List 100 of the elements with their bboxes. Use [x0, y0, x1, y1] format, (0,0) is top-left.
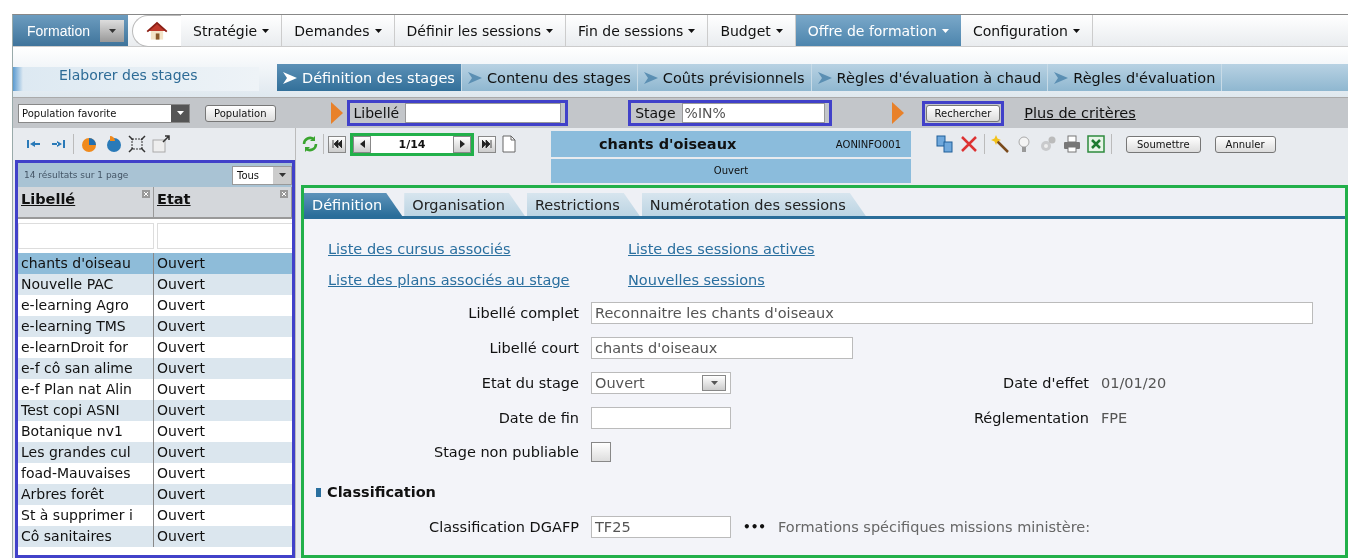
link[interactable]: Liste des sessions actives [628, 241, 815, 257]
menu-item[interactable]: Configuration [960, 15, 1093, 46]
caret-icon [108, 28, 116, 33]
menu-item[interactable]: Fin de sessions [566, 15, 709, 46]
field-label: Date de fin [497, 410, 579, 426]
list-row[interactable]: Nouvelle PAC Ouvert [18, 274, 292, 295]
list-row[interactable]: e-f cô san alime Ouvert [18, 358, 292, 379]
step-tab[interactable]: Coûts prévisionnels [637, 64, 812, 91]
field-description: Formations spécifiques missions ministère: [778, 519, 1091, 535]
table-cell: Nouvelle PAC [18, 274, 154, 295]
print-icon[interactable] [1063, 135, 1081, 153]
tab[interactable]: Organisation [404, 193, 525, 216]
expand-icon[interactable] [128, 135, 146, 153]
spreadsheet-icon[interactable] [1087, 135, 1105, 153]
list-row[interactable]: chants d'oiseau Ouvert [18, 253, 292, 274]
caret-icon [1072, 28, 1080, 33]
table-cell: Test copi ASNI [18, 400, 154, 421]
close-icon[interactable] [142, 190, 150, 198]
caret-icon [278, 173, 286, 177]
column-header[interactable]: Libellé [21, 191, 76, 207]
link[interactable]: Liste des plans associés au stage [328, 272, 570, 288]
caret-icon [710, 381, 718, 385]
last-page-button[interactable] [478, 135, 496, 153]
refresh-icon[interactable] [301, 135, 319, 153]
table-cell: Arbres forêt [18, 484, 154, 505]
list-row[interactable]: Test copi ASNI Ouvert [18, 400, 292, 421]
table-cell: Les grandes cul [18, 442, 154, 463]
browse-button[interactable]: ••• [743, 520, 766, 534]
input-field[interactable]: Reconnaitre les chants d'oiseaux [591, 302, 1313, 324]
checkbox[interactable] [591, 442, 611, 462]
skip-first-icon [332, 140, 342, 148]
next-button[interactable] [453, 135, 471, 153]
caret-icon [546, 28, 554, 33]
tab[interactable]: Définition [304, 193, 403, 216]
population-select[interactable]: Population favorite [18, 103, 190, 123]
arrow-icon [817, 71, 832, 84]
more-criteria-link[interactable]: Plus de critères [1024, 105, 1136, 121]
close-icon[interactable] [280, 190, 288, 198]
table-cell: e-learning TMS [18, 316, 154, 337]
window-icon[interactable] [152, 135, 170, 153]
table-cell: Cô sanitaires [18, 526, 154, 547]
table-cell-text: Ouvert [156, 485, 207, 504]
filter-field[interactable] [18, 223, 154, 249]
step-tab[interactable]: Règles d'évaluation à chaud [811, 64, 1049, 91]
field-label: Stage non publiable [432, 444, 579, 460]
step-tab[interactable]: Définition des stages [277, 64, 462, 91]
action-button[interactable]: Annuler [1214, 135, 1276, 153]
column-header[interactable]: Etat [157, 191, 191, 207]
select-field[interactable]: Ouvert [591, 372, 731, 394]
light-bulb-icon[interactable] [1015, 135, 1033, 153]
list-row[interactable]: e-learning TMS Ouvert [18, 316, 292, 337]
list-row[interactable]: Arbres forêt Ouvert [18, 484, 292, 505]
expand-marker-icon[interactable] [316, 487, 321, 497]
search-button[interactable]: Rechercher [925, 104, 1001, 122]
house-icon[interactable] [146, 19, 169, 42]
page-size-select[interactable]: Tous [232, 165, 292, 185]
tab[interactable]: Numérotation des sessions [641, 193, 866, 216]
filter-field[interactable] [157, 223, 292, 249]
first-page-button[interactable] [328, 135, 346, 153]
pie-chart-icon[interactable] [104, 135, 122, 153]
link[interactable]: Liste des cursus associés [328, 241, 511, 257]
caret-icon [941, 28, 949, 33]
table-cell-text: Ouvert [156, 338, 207, 357]
table-cell-text: Ouvert [156, 380, 207, 399]
magic-wand-icon[interactable] [991, 135, 1009, 153]
table-cell-text: Ouvert [156, 317, 207, 336]
list-row[interactable]: Cô sanitaires Ouvert [18, 526, 292, 547]
menu-item[interactable]: Stratégie [181, 15, 283, 46]
menu-item[interactable]: Formation [13, 15, 129, 46]
menu-item[interactable]: Demandes [282, 15, 395, 46]
section-heading: Classification [327, 484, 436, 500]
copy-icon[interactable] [936, 135, 954, 153]
caret-icon [374, 28, 382, 33]
delete-icon[interactable] [960, 135, 978, 153]
record-title: chants d'oiseaux [599, 136, 738, 152]
caret-icon [688, 28, 696, 33]
caret-icon [262, 28, 270, 33]
previous-button[interactable] [353, 135, 371, 153]
pie-chart-icon[interactable] [80, 135, 98, 153]
link[interactable]: Nouvelles sessions [628, 272, 765, 288]
input-field[interactable]: TF25 [591, 516, 731, 538]
step-tab[interactable]: Règles d'évaluation [1048, 64, 1223, 91]
input-field[interactable]: chants d'oiseaux [591, 337, 853, 359]
caret-icon [176, 111, 184, 115]
section-title: Elaborer des stages [13, 67, 259, 91]
search-field[interactable] [405, 103, 562, 123]
record-code: AONINFO001 [835, 138, 901, 150]
menu-item[interactable]: Budget [708, 15, 796, 46]
action-button[interactable]: Soumettre [1126, 135, 1201, 153]
search-field[interactable]: %IN% [681, 103, 825, 123]
tab[interactable]: Restrictions [526, 193, 640, 216]
table-cell-text: Ouvert [156, 443, 207, 462]
input-field[interactable] [591, 407, 731, 429]
step-tab[interactable]: Contenu des stages [461, 64, 638, 91]
home-button[interactable] [132, 14, 182, 47]
list-row[interactable]: Les grandes cul Ouvert [18, 442, 292, 463]
arrow-icon [643, 71, 658, 84]
table-cell-text: Ouvert [156, 422, 207, 441]
population-button[interactable]: Population [205, 104, 276, 122]
menu-item[interactable]: Définir les sessions [394, 15, 567, 46]
